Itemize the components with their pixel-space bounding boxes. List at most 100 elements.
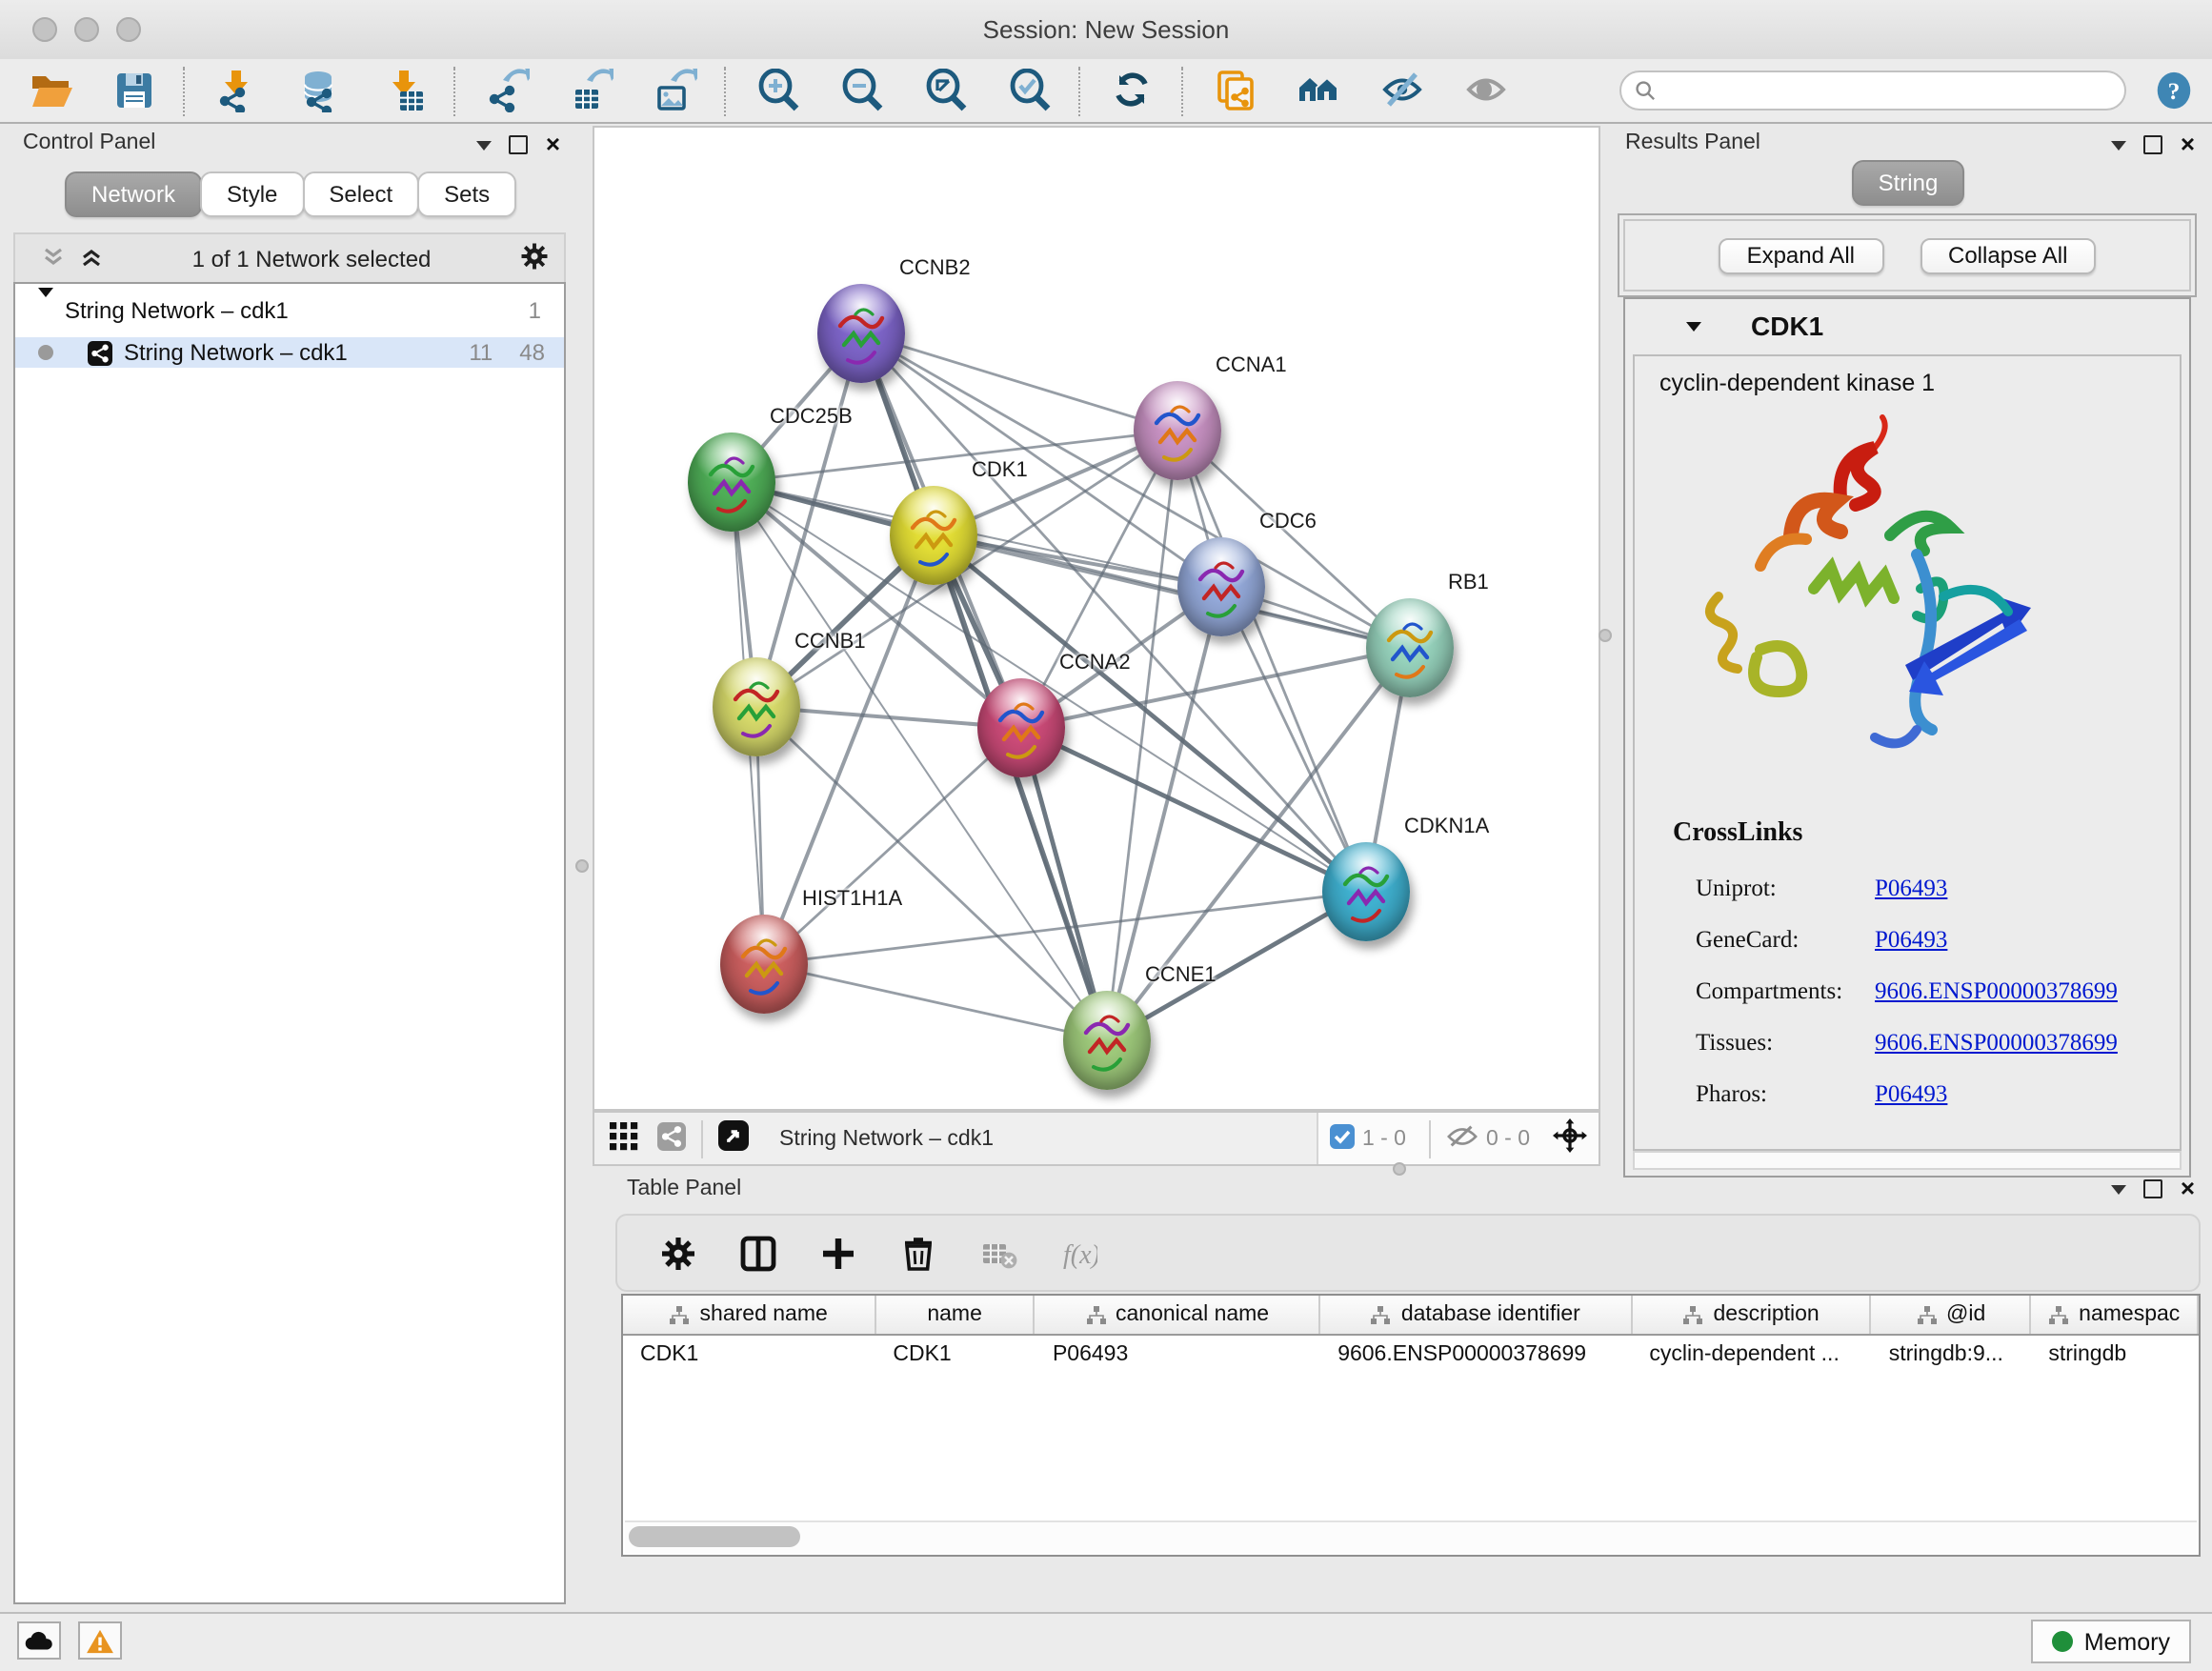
import-network-from-file-button[interactable] <box>211 66 261 115</box>
crosslink-link[interactable]: 9606.ENSP00000378699 <box>1875 977 2118 1006</box>
show-columns-button[interactable] <box>739 1234 777 1272</box>
entry-expander-icon[interactable] <box>1686 321 1701 331</box>
node-CCNA1[interactable] <box>1134 381 1221 480</box>
control-panel-close-icon[interactable]: × <box>546 135 560 154</box>
control-panel-menu-icon[interactable] <box>477 140 493 150</box>
tab-network[interactable]: Network <box>65 171 202 217</box>
help-icon: ? <box>2155 69 2193 112</box>
hide-selected-button[interactable] <box>1377 66 1427 115</box>
collapse-all-tree-icon[interactable] <box>42 245 65 273</box>
save-session-button[interactable] <box>109 66 158 115</box>
tab-style[interactable]: Style <box>200 171 304 217</box>
table-cell[interactable]: stringdb:9... <box>1872 1336 2032 1378</box>
node-RB1[interactable] <box>1366 598 1454 697</box>
table-cell[interactable]: CDK1 <box>875 1336 1036 1378</box>
edge-CCNE1-CCNA1[interactable] <box>1107 431 1177 1040</box>
column-header-canonical-name[interactable]: canonical name <box>1036 1296 1320 1334</box>
node-CDC25B[interactable] <box>688 433 775 532</box>
refresh-view-button[interactable] <box>1107 66 1156 115</box>
table-settings-button[interactable] <box>659 1234 697 1272</box>
warning-status-button[interactable] <box>78 1621 122 1660</box>
export-image-button[interactable] <box>650 66 699 115</box>
selected-checkbox-icon[interactable] <box>1330 1123 1355 1154</box>
hidden-eye-icon[interactable] <box>1446 1123 1478 1154</box>
open-view-icon[interactable] <box>718 1120 749 1157</box>
node-CDK1[interactable] <box>890 486 977 585</box>
column-header-description[interactable]: description <box>1632 1296 1871 1334</box>
crosslink-link[interactable]: P06493 <box>1875 926 1947 955</box>
network-view[interactable]: CCNB2 CCNA1 CDC25B CDK1 CDC6 R <box>593 126 1600 1111</box>
node-CCNA2[interactable] <box>977 678 1065 777</box>
export-table-button[interactable] <box>566 66 615 115</box>
column-header--id[interactable]: @id <box>1872 1296 2032 1334</box>
network-collection-row[interactable]: String Network – cdk1 1 <box>15 295 564 326</box>
copy-network-button[interactable] <box>1210 66 1259 115</box>
delete-column-button[interactable] <box>899 1234 937 1272</box>
edge-CCNB2-CCNA1[interactable] <box>861 333 1177 431</box>
function-builder-button[interactable]: f(x) <box>1059 1234 1097 1272</box>
add-column-button[interactable] <box>819 1234 857 1272</box>
table-cell[interactable]: cyclin-dependent ... <box>1632 1336 1871 1378</box>
first-neighbors-button[interactable] <box>1294 66 1343 115</box>
help-button[interactable]: ? <box>2153 70 2195 111</box>
pan-crosshair-icon[interactable] <box>1553 1118 1587 1158</box>
table-cell[interactable]: stringdb <box>2031 1336 2199 1378</box>
left-splitter-handle[interactable] <box>575 859 589 873</box>
node-CCNB2[interactable] <box>817 284 905 383</box>
collapse-all-button[interactable]: Collapse All <box>1920 237 2096 273</box>
table-cell[interactable]: P06493 <box>1036 1336 1320 1378</box>
edge-CDKN1A-CCNB2[interactable] <box>861 333 1366 892</box>
search-input[interactable] <box>1619 70 2126 111</box>
crosslink-link[interactable]: P06493 <box>1875 875 1947 903</box>
node-CCNE1[interactable] <box>1063 991 1151 1090</box>
tab-select[interactable]: Select <box>302 171 419 217</box>
table-settings-icon <box>659 1234 697 1272</box>
tab-string[interactable]: String <box>1852 160 1965 206</box>
network-row-selected[interactable]: String Network – cdk1 11 48 <box>15 337 564 368</box>
cloud-status-button[interactable] <box>17 1621 61 1660</box>
table-panel-menu-icon[interactable] <box>2112 1184 2127 1194</box>
zoom-selected-button[interactable] <box>1004 66 1054 115</box>
show-all-button[interactable] <box>1461 66 1511 115</box>
node-CDKN1A[interactable] <box>1322 842 1410 941</box>
export-network-button[interactable] <box>482 66 532 115</box>
crosslink-link[interactable]: 9606.ENSP00000378699 <box>1875 1029 2118 1057</box>
memory-button[interactable]: Memory <box>2031 1620 2191 1663</box>
expand-all-button[interactable]: Expand All <box>1719 237 1883 273</box>
table-hscrollbar[interactable] <box>625 1520 2197 1553</box>
control-panel-float-icon[interactable] <box>510 135 529 154</box>
edge-RB1-CDC25B[interactable] <box>732 482 1410 648</box>
results-panel-menu-icon[interactable] <box>2112 140 2127 150</box>
table-row[interactable]: CDK1CDK1P064939606.ENSP00000378699cyclin… <box>623 1336 2199 1378</box>
tab-sets[interactable]: Sets <box>417 171 516 217</box>
results-panel-close-icon[interactable]: × <box>2181 135 2195 154</box>
zoom-in-button[interactable] <box>753 66 802 115</box>
column-header-shared-name[interactable]: shared name <box>623 1296 875 1334</box>
crosslink-link[interactable]: P06493 <box>1875 1080 1947 1109</box>
node-HIST1H1A[interactable] <box>720 915 808 1014</box>
zoom-out-button[interactable] <box>836 66 886 115</box>
zoom-fit-button[interactable] <box>920 66 970 115</box>
column-header-namespac[interactable]: namespac <box>2031 1296 2199 1334</box>
expand-all-tree-icon[interactable] <box>80 245 103 273</box>
table-panel-float-icon[interactable] <box>2144 1179 2163 1198</box>
network-options-gear-icon[interactable] <box>520 242 549 276</box>
table-panel-close-icon[interactable]: × <box>2181 1179 2195 1198</box>
import-network-from-database-button[interactable] <box>295 66 345 115</box>
edge-CCNE1-HIST1H1A[interactable] <box>764 964 1107 1040</box>
node-CCNB1[interactable] <box>713 657 800 756</box>
tree-expander-icon[interactable] <box>38 297 53 324</box>
table-cell[interactable]: 9606.ENSP00000378699 <box>1320 1336 1632 1378</box>
open-file-button[interactable] <box>25 66 74 115</box>
birdseye-grid-icon[interactable] <box>610 1121 638 1156</box>
table-cell[interactable]: CDK1 <box>623 1336 875 1378</box>
column-header-database-identifier[interactable]: database identifier <box>1320 1296 1632 1334</box>
table-hscrollbar-thumb[interactable] <box>629 1526 800 1547</box>
column-header-name[interactable]: name <box>875 1296 1036 1334</box>
search-field[interactable] <box>1665 77 2111 104</box>
delete-table-button[interactable] <box>979 1234 1017 1272</box>
results-panel-float-icon[interactable] <box>2144 135 2163 154</box>
node-CDC6[interactable] <box>1177 537 1265 636</box>
network-share-icon[interactable] <box>657 1121 686 1156</box>
import-table-from-file-button[interactable] <box>379 66 429 115</box>
